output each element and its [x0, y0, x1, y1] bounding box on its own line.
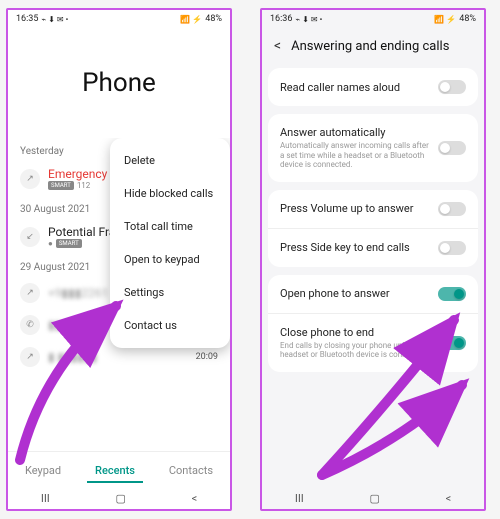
- status-time: 16:35: [16, 14, 38, 24]
- settings-title: Answering and ending calls: [291, 39, 449, 54]
- phone-screenshot-left: 16:35 ⌁ ⬇ ✉ • 📶 ⚡ 48% Phone Yesterday ↗ …: [6, 8, 232, 511]
- toggle-switch[interactable]: [438, 80, 466, 94]
- setting-title: Answer automatically: [280, 126, 430, 139]
- menu-item-delete[interactable]: Delete: [110, 144, 230, 177]
- call-icon: ✆: [20, 315, 40, 335]
- status-notif-icons: ⌁ ⬇ ✉ •: [295, 15, 322, 24]
- setting-volume-up-answer[interactable]: Press Volume up to answer: [268, 190, 478, 228]
- bottom-tabs: Keypad Recents Contacts: [8, 451, 230, 487]
- call-sub-prefix: ●: [48, 239, 53, 248]
- menu-item-open-keypad[interactable]: Open to keypad: [110, 243, 230, 276]
- toggle-switch[interactable]: [438, 141, 466, 155]
- status-bar: 16:36 ⌁ ⬇ ✉ • 📶 ⚡ 48%: [262, 10, 484, 28]
- status-time: 16:36: [270, 14, 292, 24]
- menu-item-contact-us[interactable]: Contact us: [110, 309, 230, 342]
- page-title-area: Phone: [8, 28, 230, 138]
- call-time: 20:09: [196, 352, 218, 362]
- phone-screenshot-right: 16:36 ⌁ ⬇ ✉ • 📶 ⚡ 48% < Answering and en…: [260, 8, 486, 511]
- status-battery: 48%: [205, 14, 222, 24]
- setting-open-phone-answer[interactable]: Open phone to answer: [268, 275, 478, 313]
- android-nav-bar: III ▢ <: [262, 487, 484, 509]
- toggle-switch[interactable]: [438, 336, 466, 350]
- nav-home-icon[interactable]: ▢: [115, 492, 125, 505]
- nav-recent-icon[interactable]: III: [295, 492, 304, 505]
- status-bar: 16:35 ⌁ ⬇ ✉ • 📶 ⚡ 48%: [8, 10, 230, 28]
- settings-group: Read caller names aloud: [268, 68, 478, 106]
- back-icon[interactable]: <: [274, 38, 281, 54]
- nav-back-icon[interactable]: <: [446, 492, 452, 505]
- android-nav-bar: III ▢ <: [8, 487, 230, 509]
- toggle-switch[interactable]: [438, 241, 466, 255]
- outgoing-call-icon: ↗: [20, 169, 40, 189]
- setting-read-caller-names[interactable]: Read caller names aloud: [268, 68, 478, 106]
- setting-title: Close phone to end: [280, 326, 430, 339]
- call-log[interactable]: Yesterday ↗ Emergency n SMART 112 30 Aug…: [8, 138, 230, 451]
- toggle-switch[interactable]: [438, 202, 466, 216]
- setting-title: Read caller names aloud: [280, 81, 430, 94]
- overflow-menu: Delete Hide blocked calls Total call tim…: [110, 138, 230, 348]
- setting-side-key-end[interactable]: Press Side key to end calls: [268, 228, 478, 267]
- status-signal-icons: 📶 ⚡: [180, 15, 202, 24]
- outgoing-call-icon: ↗: [20, 347, 40, 367]
- tab-keypad[interactable]: Keypad: [17, 460, 69, 483]
- nav-home-icon[interactable]: ▢: [369, 492, 379, 505]
- setting-title: Press Volume up to answer: [280, 202, 430, 215]
- setting-title: Press Side key to end calls: [280, 241, 430, 254]
- status-signal-icons: 📶 ⚡: [434, 15, 456, 24]
- tab-contacts[interactable]: Contacts: [161, 460, 221, 483]
- settings-group: Press Volume up to answer Press Side key…: [268, 190, 478, 267]
- toggle-switch[interactable]: [438, 287, 466, 301]
- menu-item-hide-blocked[interactable]: Hide blocked calls: [110, 177, 230, 210]
- call-title: ▮ ▮▮▮▮▮▮: [48, 350, 188, 364]
- nav-recent-icon[interactable]: III: [41, 492, 50, 505]
- carrier-badge: SMART: [56, 239, 82, 248]
- tab-recents[interactable]: Recents: [87, 460, 143, 483]
- menu-item-total-call-time[interactable]: Total call time: [110, 210, 230, 243]
- menu-item-settings[interactable]: Settings: [110, 276, 230, 309]
- page-title: Phone: [82, 68, 156, 98]
- status-notif-icons: ⌁ ⬇ ✉ •: [41, 15, 68, 24]
- outgoing-call-icon: ↗: [20, 283, 40, 303]
- setting-answer-automatically[interactable]: Answer automatically Automatically answe…: [268, 114, 478, 182]
- setting-subtitle: End calls by closing your phone unless a…: [280, 341, 430, 360]
- settings-header: < Answering and ending calls: [262, 28, 484, 68]
- status-battery: 48%: [459, 14, 476, 24]
- nav-back-icon[interactable]: <: [192, 492, 198, 505]
- settings-group: Open phone to answer Close phone to end …: [268, 275, 478, 372]
- setting-subtitle: Automatically answer incoming calls afte…: [280, 141, 430, 170]
- carrier-badge: SMART: [48, 181, 74, 190]
- incoming-call-icon: ↙: [20, 227, 40, 247]
- setting-title: Open phone to answer: [280, 287, 430, 300]
- call-subtext: 112: [77, 181, 91, 190]
- setting-close-phone-end[interactable]: Close phone to end End calls by closing …: [268, 313, 478, 372]
- settings-list[interactable]: Read caller names aloud Answer automatic…: [262, 68, 484, 487]
- settings-group: Answer automatically Automatically answe…: [268, 114, 478, 182]
